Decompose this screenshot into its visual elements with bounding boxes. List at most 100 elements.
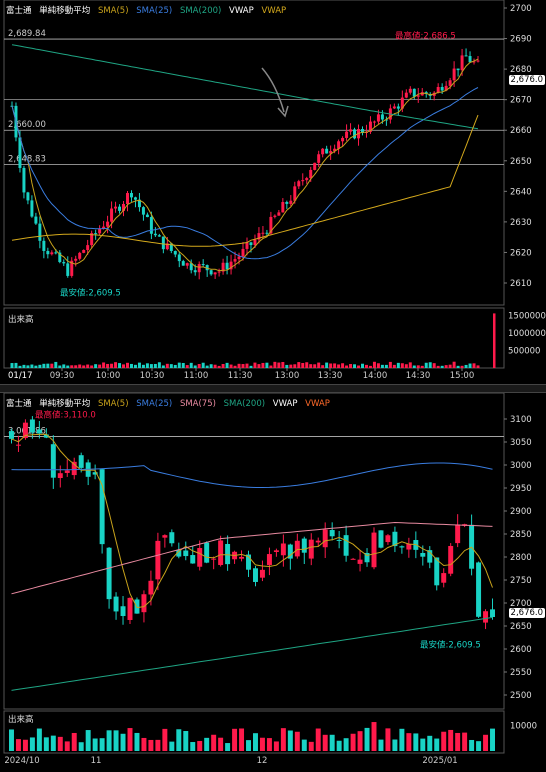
volume-bar	[57, 736, 63, 751]
volume-bar	[64, 741, 70, 751]
bottom-volume-label: 出来高	[8, 715, 34, 725]
candle	[249, 242, 253, 246]
volume-bar	[22, 739, 28, 751]
volume-bar	[293, 364, 297, 368]
candle	[301, 180, 305, 182]
volume-bar	[280, 728, 286, 751]
legend-sma5[interactable]: SMA(5)	[98, 6, 129, 16]
volume-bar	[269, 365, 273, 368]
candle	[452, 68, 456, 81]
candle	[106, 547, 112, 600]
intraday-chart-canvas[interactable]: 2700 2690 2680 2670 2660 2650 2640 2630 2620 2610…	[0, 0, 546, 384]
legend-vwap-2[interactable]: VWAP	[261, 6, 286, 16]
candle	[440, 87, 444, 91]
low-annotation: 最安値:2,609.5	[420, 640, 481, 651]
volume-bar	[376, 363, 380, 368]
volume-bar	[213, 364, 217, 368]
candle	[273, 215, 277, 217]
volume-bar	[333, 363, 337, 368]
volume-bar	[106, 730, 112, 751]
legend-sma200[interactable]: SMA(200)	[180, 6, 221, 16]
legend-sma75[interactable]: SMA(75)	[180, 399, 216, 409]
volume-bar	[400, 363, 404, 368]
volume-bar	[406, 733, 412, 751]
volume-bar	[317, 362, 321, 368]
x-date-label: 01/17	[8, 371, 33, 381]
candle	[106, 221, 110, 227]
volume-bar	[46, 363, 50, 368]
x-tick-label: 11:30	[228, 371, 253, 381]
volume-bar	[10, 363, 14, 368]
y-tick-label: 2630	[510, 218, 532, 228]
candle	[376, 114, 380, 122]
volume-bar	[277, 362, 281, 368]
candle	[392, 106, 396, 109]
candle	[34, 216, 38, 224]
x-tick-label: 10:00	[96, 371, 121, 381]
y-tick-label: 2900	[510, 507, 532, 517]
volume-bar	[218, 737, 224, 751]
volume-bar	[9, 729, 14, 751]
volume-bar	[388, 361, 392, 368]
candle	[408, 88, 412, 93]
candle	[239, 556, 245, 559]
legend-vwap[interactable]: VWAP	[273, 399, 298, 409]
volume-bar	[424, 362, 428, 368]
daily-chart-panel[interactable]: 3100 3050 3000 2950 2900 2850 2800 2750 2700 2650…	[0, 393, 546, 772]
candle	[297, 181, 301, 187]
volume-bar	[78, 742, 84, 751]
candle	[22, 167, 26, 193]
legend-sma25[interactable]: SMA(25)	[136, 399, 172, 409]
y-tick-label: 3100	[510, 415, 532, 425]
volume-bar	[176, 729, 182, 751]
intraday-chart-panel[interactable]: 2700 2690 2680 2670 2660 2650 2640 2630 2620 2610…	[0, 0, 546, 384]
volume-bar	[30, 364, 34, 368]
volume-bar	[70, 365, 74, 368]
volume-bar	[371, 722, 377, 751]
candle	[162, 535, 168, 538]
candle	[209, 270, 213, 275]
candle	[133, 197, 137, 200]
candle	[378, 530, 384, 548]
candle	[399, 546, 405, 548]
candle	[313, 162, 317, 170]
candle	[317, 154, 321, 163]
candle	[141, 207, 145, 215]
volume-bar	[225, 362, 229, 368]
legend-sma200[interactable]: SMA(200)	[224, 399, 265, 409]
x-tick-label: 13:00	[275, 371, 300, 381]
volume-bar	[114, 362, 118, 368]
volume-bar	[43, 737, 49, 751]
volume-bar	[452, 361, 456, 368]
candle	[345, 131, 349, 138]
volume-bar	[257, 364, 261, 368]
volume-bar	[432, 363, 436, 368]
legend-vwap[interactable]: VWAP	[229, 6, 254, 16]
volume-bar	[92, 738, 98, 751]
candle	[483, 611, 489, 623]
legend-sma25[interactable]: SMA(25)	[136, 6, 172, 16]
volume-bar	[245, 363, 249, 368]
volume-bar	[50, 735, 56, 751]
candle	[177, 254, 181, 262]
volume-bar	[259, 737, 265, 751]
volume-bar	[343, 738, 349, 751]
candle	[201, 264, 205, 266]
volume-bar	[297, 362, 301, 368]
legend-vwap-2[interactable]: VWAP	[305, 399, 330, 409]
candle	[321, 148, 325, 155]
panel-splitter[interactable]	[0, 384, 546, 393]
candle	[341, 137, 345, 142]
volume-bar	[273, 741, 279, 751]
legend-sma5[interactable]: SMA(5)	[98, 399, 129, 409]
candle	[148, 580, 154, 595]
candle	[281, 202, 285, 213]
y-tick-label: 2660	[510, 126, 532, 136]
volume-bar	[289, 364, 293, 368]
candle	[253, 239, 257, 246]
volume-bar	[420, 365, 424, 368]
candle	[113, 596, 119, 612]
volume-bar	[129, 363, 133, 368]
daily-chart-canvas[interactable]: 3100305030002950290028502800275027002650…	[0, 393, 546, 772]
volume-bar	[173, 364, 177, 368]
